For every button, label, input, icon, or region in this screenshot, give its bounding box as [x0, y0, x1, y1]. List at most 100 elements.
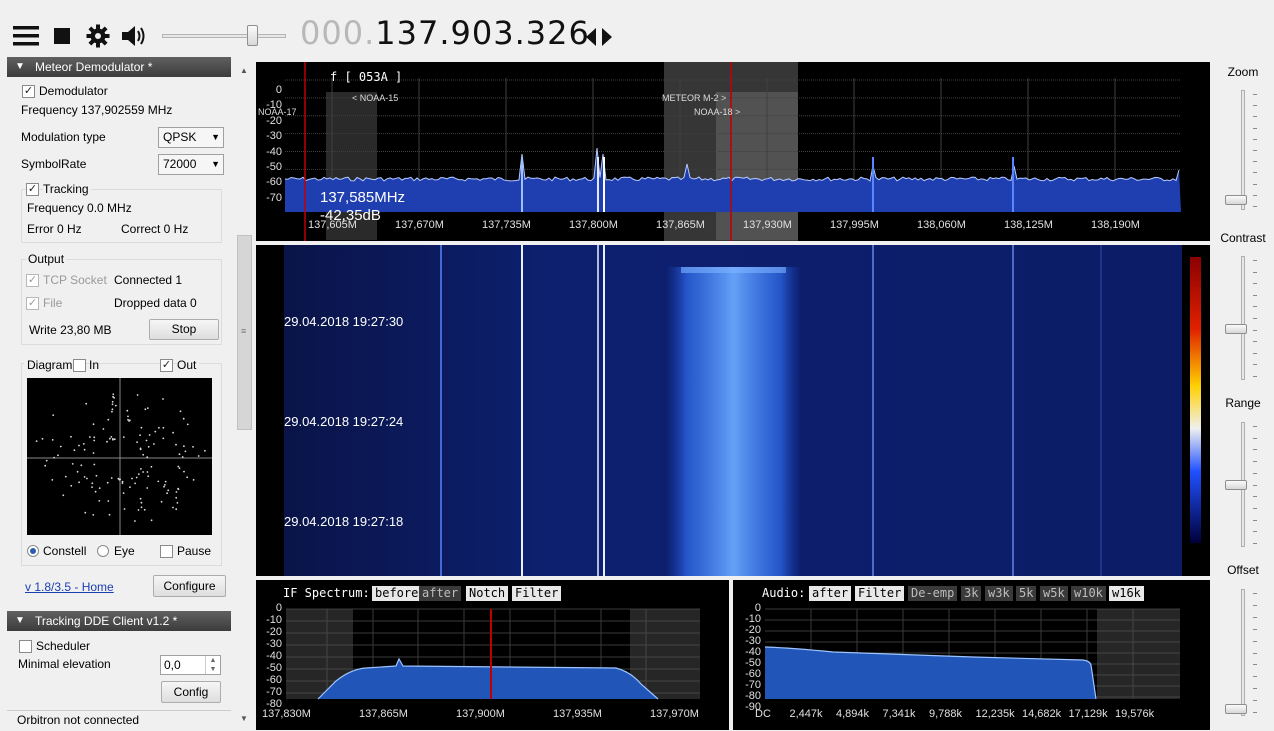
tracking-dde-section-header[interactable]: ▼ Tracking DDE Client v1.2 *	[7, 611, 231, 631]
symbolrate-value: 72000	[163, 157, 197, 171]
gear-icon[interactable]	[84, 22, 112, 50]
constellation-point	[150, 519, 153, 522]
zoom-slider-thumb[interactable]	[1225, 194, 1247, 205]
audio-tag-3k[interactable]: 3k	[961, 586, 982, 601]
constellation-point	[147, 475, 150, 478]
constellation-point	[113, 396, 115, 399]
slider-tick	[1253, 194, 1257, 196]
meteor-section-header[interactable]: ▼ Meteor Demodulator *	[7, 57, 231, 77]
offset-slider[interactable]	[1241, 589, 1245, 716]
out-checkbox[interactable]: ✓	[160, 359, 173, 372]
audio-tag-filter[interactable]: Filter	[855, 586, 905, 601]
if-x-tick: 137,970M	[650, 708, 699, 720]
constellation-point	[136, 394, 139, 396]
volume-slider-thumb[interactable]	[246, 25, 258, 46]
audio-tag-w3k[interactable]: w3k	[985, 586, 1013, 601]
spectrum-plot[interactable]	[256, 62, 1210, 241]
zoom-slider[interactable]	[1241, 90, 1245, 210]
min-elevation-spinner[interactable]: ▲ ▼	[205, 656, 220, 674]
waterfall-panel[interactable]: 29.04.2018 19:27:30 29.04.2018 19:27:24 …	[256, 245, 1210, 576]
range-label: Range	[1225, 396, 1261, 410]
stop-button[interactable]: Stop	[149, 319, 219, 340]
audio-tag-w10k[interactable]: w10k	[1071, 586, 1106, 601]
if-tag-before[interactable]: before	[372, 586, 422, 601]
audio-tag-de-emp[interactable]: De-emp	[908, 586, 958, 601]
left-panel-scrollbar[interactable]: ▲ ≡ ▼	[236, 62, 253, 731]
if-spectrum-panel[interactable]: IF Spectrum: before after Notch Filter 0…	[256, 580, 729, 730]
constellation-point	[175, 491, 178, 493]
if-tag-notch[interactable]: Notch	[466, 586, 509, 601]
constellation-point	[128, 420, 130, 422]
if-y-tick: 0	[275, 602, 282, 614]
demodulator-checkbox[interactable]: ✓	[22, 85, 35, 98]
if-tag-filter[interactable]: Filter	[512, 586, 562, 601]
audio-x-tick: 4,894k	[836, 708, 870, 720]
tcp-status: Connected 1	[114, 273, 183, 287]
slider-tick	[1253, 376, 1257, 377]
constellation-point	[98, 500, 101, 502]
constellation-point	[145, 439, 148, 442]
constellation-point	[44, 464, 47, 467]
contrast-label: Contrast	[1220, 231, 1266, 245]
in-checkbox[interactable]	[73, 359, 86, 372]
speaker-icon[interactable]	[120, 22, 148, 50]
slider-tick	[1253, 472, 1257, 474]
slider-tick	[1253, 616, 1257, 618]
scheduler-checkbox[interactable]	[19, 640, 32, 653]
collapse-triangle-icon[interactable]: ▼	[15, 611, 25, 631]
collapse-triangle-icon[interactable]: ▼	[15, 57, 25, 77]
frequency-display[interactable]: 000.137.903.326	[300, 14, 590, 52]
audio-panel[interactable]: Audio: after Filter De-emp 3k w3k 5k w5k…	[733, 580, 1210, 730]
toolbar: 000.137.903.326	[0, 0, 1274, 62]
tcp-socket-checkbox[interactable]: ✓	[26, 274, 39, 287]
tuning-arrows-icon[interactable]	[586, 27, 612, 50]
eye-radio[interactable]	[97, 545, 109, 557]
audio-tag-w16k[interactable]: w16k	[1109, 586, 1144, 601]
constellation-point	[146, 407, 149, 409]
slider-tick	[1253, 676, 1257, 678]
volume-slider[interactable]	[162, 34, 286, 38]
constellation-point	[91, 482, 94, 485]
out-label: Out	[177, 358, 200, 372]
scrollbar-thumb[interactable]: ≡	[237, 235, 252, 430]
constellation-point	[164, 480, 167, 483]
slider-tick	[1253, 426, 1257, 427]
contrast-slider[interactable]	[1241, 256, 1245, 380]
modulation-select[interactable]: QPSK ▼	[158, 127, 224, 148]
slider-tick	[1253, 352, 1257, 354]
audio-tag-5k[interactable]: 5k	[1016, 586, 1037, 601]
audio-tag-after[interactable]: after	[809, 586, 852, 601]
output-label: Output	[26, 252, 67, 266]
constell-radio[interactable]	[27, 545, 39, 557]
scroll-up-icon[interactable]: ▲	[240, 66, 248, 75]
spectrum-panel[interactable]: f [ 053A ] NOAA-17 < NOAA-15 METEOR M-2 …	[256, 62, 1210, 241]
version-home-link[interactable]: v 1.8/3.5 - Home	[25, 580, 114, 594]
constellation-point	[95, 474, 98, 477]
file-checkbox[interactable]: ✓	[26, 297, 39, 310]
constellation-point	[126, 409, 129, 412]
range-slider-thumb[interactable]	[1225, 479, 1247, 490]
contrast-slider-thumb[interactable]	[1225, 324, 1247, 335]
slider-tick	[1253, 507, 1257, 509]
pause-checkbox[interactable]	[160, 545, 173, 558]
config-button[interactable]: Config	[161, 681, 221, 703]
configure-button[interactable]: Configure	[153, 575, 226, 597]
sat-label-meteor: METEOR M-2 >	[662, 93, 727, 103]
tracking-checkbox[interactable]: ✓	[26, 183, 39, 196]
constellation-point	[83, 448, 86, 451]
slider-tick	[1253, 183, 1257, 185]
file-label: File	[43, 296, 63, 310]
if-y-tick: -20	[266, 626, 282, 638]
offset-slider-thumb[interactable]	[1225, 703, 1247, 714]
symbolrate-select[interactable]: 72000 ▼	[158, 154, 224, 175]
if-tag-after[interactable]: after	[419, 586, 462, 601]
tracking-correct: Correct 0 Hz	[121, 222, 189, 236]
menu-icon[interactable]	[12, 22, 40, 50]
spectrum-x-tick: 137,930M	[743, 219, 792, 231]
scroll-down-icon[interactable]: ▼	[240, 714, 248, 723]
constellation-point	[85, 402, 88, 405]
stop-icon[interactable]	[48, 22, 76, 50]
audio-tag-w5k[interactable]: w5k	[1040, 586, 1068, 601]
constellation-point	[142, 471, 144, 473]
constellation-point	[172, 506, 174, 509]
